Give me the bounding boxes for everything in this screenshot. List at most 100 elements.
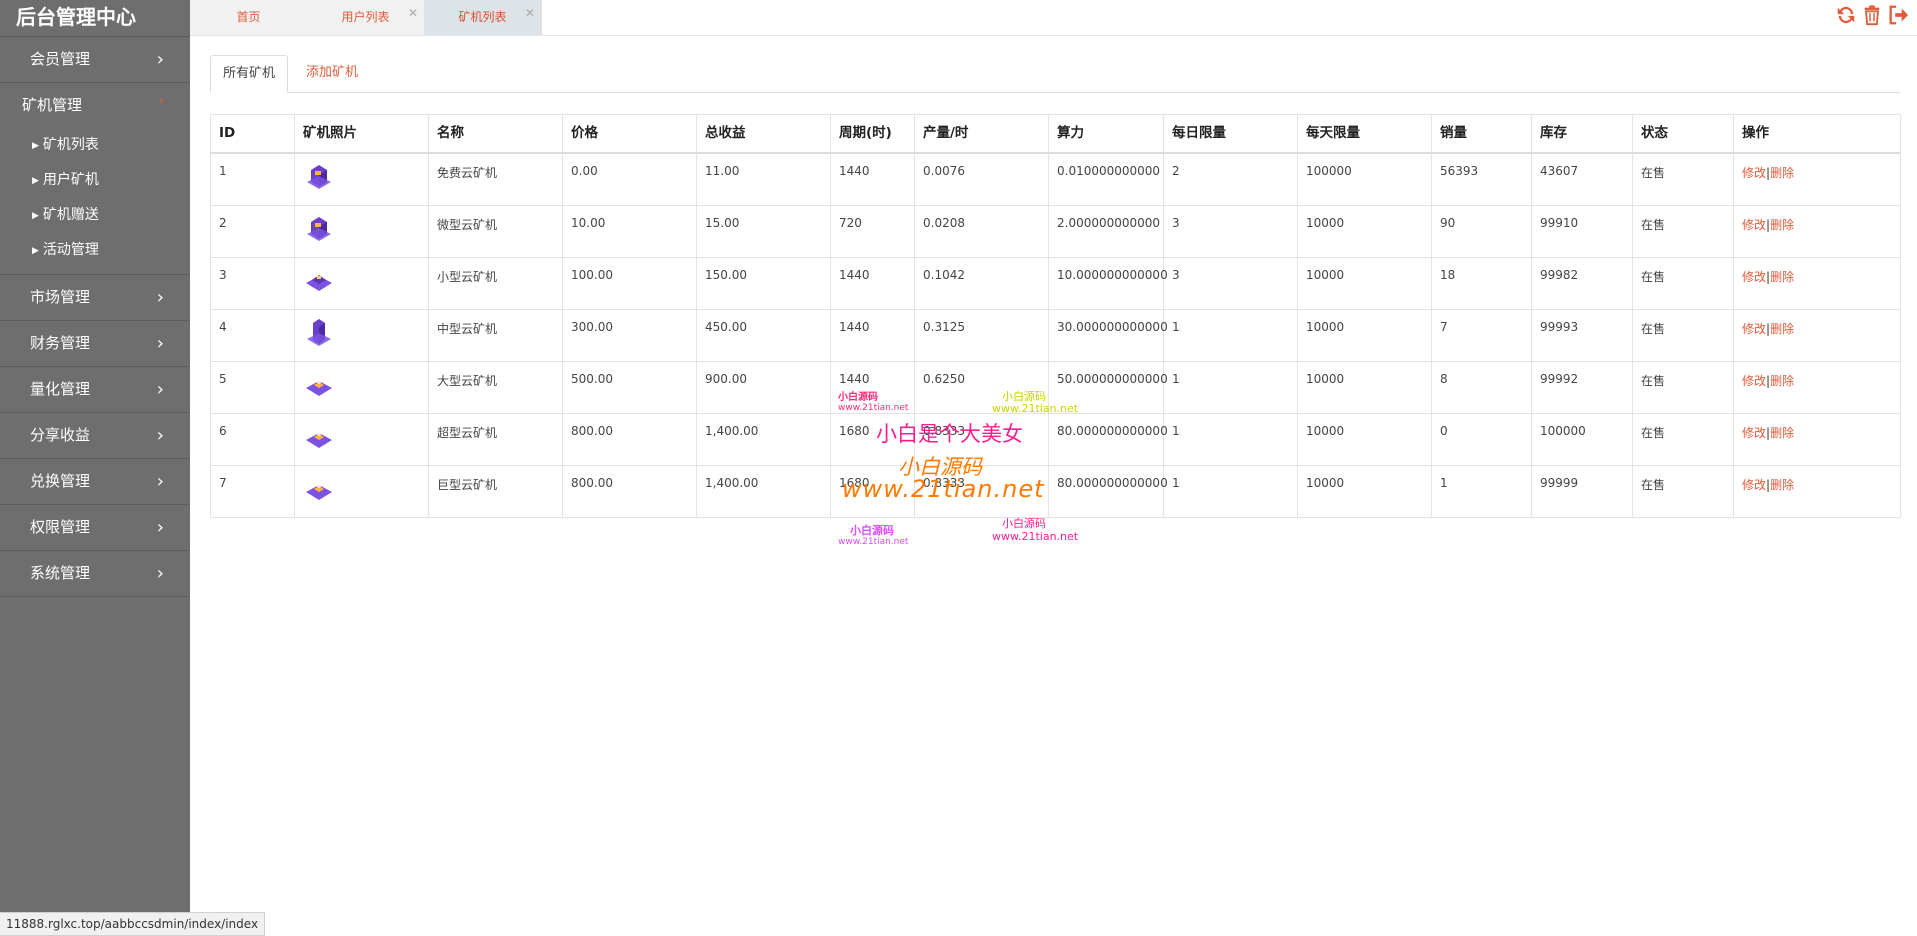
chevron-right-icon: › — [156, 379, 164, 400]
chevron-right-icon: › — [156, 49, 164, 70]
tab-home[interactable]: 首页 — [190, 0, 308, 35]
delete-link[interactable]: 删除 — [1770, 426, 1794, 440]
table-cell-name: 中型云矿机 — [428, 308, 563, 362]
table-cell-cycle: 1440 — [830, 152, 915, 206]
watermark-text: 小白源码 — [838, 392, 878, 403]
sidebar-group-share[interactable]: 分享收益 › — [0, 413, 190, 459]
table-cell-stock: 99993 — [1531, 308, 1633, 362]
caret-right-icon: ▶ — [32, 176, 39, 186]
delete-link[interactable]: 删除 — [1770, 166, 1794, 180]
sidebar-group-members[interactable]: 会员管理 › — [0, 37, 190, 83]
sidebar-group-miners[interactable]: 矿机管理 › — [0, 83, 190, 128]
sidebar-group-label: 兑换管理 — [30, 472, 91, 490]
caret-right-icon: ▶ — [32, 141, 39, 151]
sidebar-group-label: 量化管理 — [30, 380, 91, 398]
sidebar-item-activity[interactable]: ▶ 活动管理 — [0, 233, 190, 268]
delete-link[interactable]: 删除 — [1770, 374, 1794, 388]
table-cell-id: 1 — [210, 152, 295, 206]
table-cell-sales: 7 — [1431, 308, 1532, 362]
watermark-text: 小白是个大美女 — [876, 422, 1023, 446]
sidebar-group-permission[interactable]: 权限管理 › — [0, 505, 190, 551]
logout-icon[interactable] — [1887, 3, 1909, 27]
sidebar-item-label: 用户矿机 — [42, 172, 99, 188]
table-cell-sales: 56393 — [1431, 152, 1532, 206]
table-cell-daylimit: 10000 — [1297, 464, 1432, 518]
table-cell-id: 5 — [210, 360, 295, 414]
table-header-row: ID 矿机照片 名称 价格 总收益 周期(时) 产量/时 算力 每日限量 每天限… — [210, 114, 1901, 154]
edit-link[interactable]: 修改 — [1742, 270, 1766, 284]
table-cell-status: 在售 — [1632, 204, 1734, 258]
sidebar-group-quant[interactable]: 量化管理 › — [0, 367, 190, 413]
sidebar-group-label: 权限管理 — [30, 518, 91, 536]
column-header: 算力 — [1048, 114, 1164, 154]
close-icon[interactable]: ✕ — [408, 0, 418, 31]
table-cell-power: 80.000000000000 — [1048, 412, 1168, 466]
sidebar-submenu: ▶ 矿机列表 ▶ 用户矿机 ▶ 矿机赠送 ▶ 活动管理 — [0, 128, 190, 275]
trash-icon[interactable] — [1861, 3, 1883, 27]
sidebar-item-miner-list[interactable]: ▶ 矿机列表 — [0, 128, 190, 163]
chevron-right-icon: › — [158, 93, 164, 109]
sidebar-group-label: 系统管理 — [30, 564, 91, 582]
table-row: 6 超型云矿机 800.00 1,400.00 1680 0.8333 80.0000000… — [210, 412, 1901, 466]
delete-link[interactable]: 删除 — [1770, 322, 1794, 336]
table-cell-power: 2.000000000000 — [1048, 204, 1164, 258]
subtab-add-miner[interactable]: 添加矿机 — [294, 55, 370, 91]
table-cell-status: 在售 — [1632, 360, 1734, 414]
table-cell-price: 800.00 — [562, 412, 697, 466]
table-cell-cycle: 1440 — [830, 256, 915, 310]
miner-photo-cell — [294, 204, 429, 258]
delete-link[interactable]: 删除 — [1770, 478, 1794, 492]
sidebar-group-market[interactable]: 市场管理 › — [0, 275, 190, 321]
table-cell-cycle: 1440 — [830, 308, 915, 362]
edit-link[interactable]: 修改 — [1742, 426, 1766, 440]
chevron-right-icon: › — [156, 517, 164, 538]
subtab-all-miners[interactable]: 所有矿机 — [210, 55, 289, 93]
table-cell-id: 3 — [210, 256, 295, 310]
caret-right-icon: ▶ — [32, 246, 39, 256]
edit-link[interactable]: 修改 — [1742, 166, 1766, 180]
column-header: 价格 — [562, 114, 697, 154]
table-row: 4 中型云矿机 300.00 450.00 1440 0.3125 30.000000000… — [210, 308, 1901, 362]
table-cell-name: 超型云矿机 — [428, 412, 563, 466]
sidebar-group-finance[interactable]: 财务管理 › — [0, 321, 190, 367]
actions-cell: 修改|删除 — [1733, 204, 1901, 258]
table-cell-id: 7 — [210, 464, 295, 518]
table-cell-id: 6 — [210, 412, 295, 466]
table-cell-daily: 1 — [1163, 412, 1298, 466]
close-icon[interactable]: ✕ — [525, 0, 535, 31]
table-cell-name: 大型云矿机 — [428, 360, 563, 414]
table-cell-daily: 1 — [1163, 464, 1298, 518]
table-cell-total: 900.00 — [696, 360, 831, 414]
app-title: 后台管理中心 — [0, 0, 190, 37]
miner-image-icon — [306, 431, 332, 448]
delete-link[interactable]: 删除 — [1770, 218, 1794, 232]
edit-link[interactable]: 修改 — [1742, 478, 1766, 492]
column-header: 操作 — [1733, 114, 1901, 154]
table-row: 7 巨型云矿机 800.00 1,400.00 1680 0.8333 80.0000000… — [210, 464, 1901, 518]
tab-user-list[interactable]: 用户列表 ✕ — [307, 0, 425, 35]
edit-link[interactable]: 修改 — [1742, 322, 1766, 336]
sidebar-item-miner-gift[interactable]: ▶ 矿机赠送 — [0, 198, 190, 233]
table-row: 3 小型云矿机 100.00 150.00 1440 0.1042 10.000000000… — [210, 256, 1901, 310]
edit-link[interactable]: 修改 — [1742, 374, 1766, 388]
table-cell-name: 巨型云矿机 — [428, 464, 563, 518]
table-cell-id: 4 — [210, 308, 295, 362]
actions-cell: 修改|删除 — [1733, 464, 1901, 518]
delete-link[interactable]: 删除 — [1770, 270, 1794, 284]
sidebar-group-exchange[interactable]: 兑换管理 › — [0, 459, 190, 505]
tab-miner-list[interactable]: 矿机列表 ✕ — [424, 0, 542, 35]
table-cell-daily: 2 — [1163, 152, 1298, 206]
sidebar-item-label: 活动管理 — [42, 242, 99, 258]
sidebar-item-user-miners[interactable]: ▶ 用户矿机 — [0, 163, 190, 198]
sidebar-group-system[interactable]: 系统管理 › — [0, 551, 190, 597]
sidebar-item-label: 矿机赠送 — [42, 207, 99, 223]
actions-cell: 修改|删除 — [1733, 256, 1901, 310]
column-header: 每日限量 — [1163, 114, 1298, 154]
table-cell-daylimit: 10000 — [1297, 204, 1432, 258]
miner-image-icon — [306, 274, 332, 291]
table-cell-yield: 0.3125 — [914, 308, 1049, 362]
edit-link[interactable]: 修改 — [1742, 218, 1766, 232]
table-cell-stock: 100000 — [1531, 412, 1633, 466]
table-cell-total: 15.00 — [696, 204, 831, 258]
refresh-icon[interactable] — [1835, 3, 1857, 27]
